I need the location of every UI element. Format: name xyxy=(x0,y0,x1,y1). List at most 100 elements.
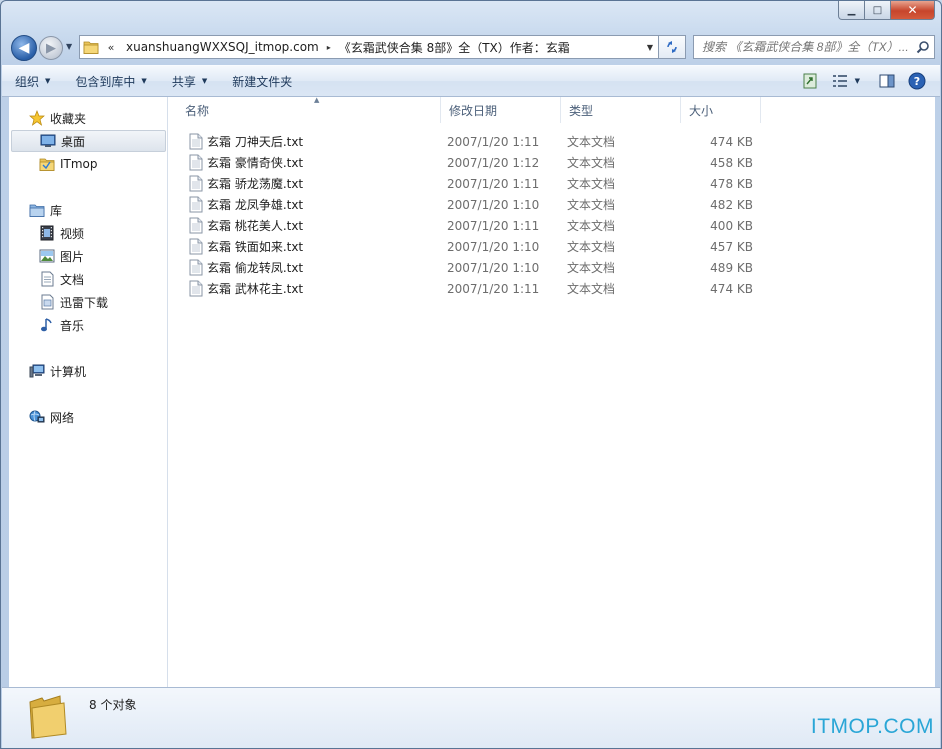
sidebar-item-pictures[interactable]: 图片 xyxy=(38,245,84,267)
address-overflow-button[interactable]: « xyxy=(102,41,120,54)
preview-pane-icon[interactable] xyxy=(876,70,898,92)
file-list-pane: 名称 ▲ 修改日期 类型 大小 玄霜 刀神天后.txt 2007/1/20 1:1… xyxy=(169,96,935,687)
file-row[interactable]: 玄霜 偷龙转凤.txt 2007/1/20 1:10 文本文档 489 KB xyxy=(169,257,769,278)
file-date: 2007/1/20 1:10 xyxy=(447,260,540,275)
file-name: 玄霜 龙凤争雄.txt xyxy=(207,198,304,212)
column-header-name[interactable]: 名称 ▲ xyxy=(177,96,441,123)
share-menu[interactable]: 共享 ▼ xyxy=(159,66,219,96)
organize-label: 组织 xyxy=(15,74,40,89)
recent-pages-dropdown-icon[interactable]: ▼ xyxy=(66,42,72,51)
music-note-icon xyxy=(38,316,56,334)
sidebar-item-music[interactable]: 音乐 xyxy=(38,314,84,336)
file-row[interactable]: 玄霜 武林花主.txt 2007/1/20 1:11 文本文档 474 KB xyxy=(169,278,769,299)
address-dropdown-icon[interactable]: ▼ xyxy=(642,43,658,52)
file-row[interactable]: 玄霜 刀神天后.txt 2007/1/20 1:11 文本文档 474 KB xyxy=(169,131,769,152)
file-row[interactable]: 玄霜 桃花美人.txt 2007/1/20 1:11 文本文档 400 KB xyxy=(169,215,769,236)
share-label: 共享 xyxy=(171,74,196,89)
file-size: 478 KB xyxy=(710,176,753,191)
close-button[interactable]: ✕ xyxy=(891,1,935,20)
include-in-library-menu[interactable]: 包含到库中 ▼ xyxy=(62,66,158,96)
minimize-button[interactable]: ▁ xyxy=(838,1,865,20)
sidebar-item-computer[interactable]: 计算机 xyxy=(28,360,86,382)
file-type: 文本文档 xyxy=(567,135,616,149)
file-date: 2007/1/20 1:10 xyxy=(447,239,540,254)
file-size: 457 KB xyxy=(710,239,753,254)
sidebar-item-documents[interactable]: 文档 xyxy=(38,268,84,290)
file-name: 玄霜 武林花主.txt xyxy=(207,282,304,296)
sidebar-item-label: 库 xyxy=(50,203,63,218)
sidebar-item-favorites[interactable]: 收藏夹 xyxy=(28,107,86,129)
file-row[interactable]: 玄霜 豪情奇侠.txt 2007/1/20 1:12 文本文档 458 KB xyxy=(169,152,769,173)
file-date: 2007/1/20 1:10 xyxy=(447,197,540,212)
download-folder-icon xyxy=(38,293,56,311)
text-file-icon xyxy=(189,154,203,171)
sidebar-item-videos[interactable]: 视频 xyxy=(38,222,84,244)
change-view-icon[interactable] xyxy=(829,70,851,92)
refresh-button[interactable] xyxy=(659,35,686,59)
file-type: 文本文档 xyxy=(567,177,616,191)
breadcrumb-segment-current[interactable]: 《玄霜武侠合集 8部》全（TX）作者：玄霜 xyxy=(333,39,576,56)
back-button[interactable]: ◀ xyxy=(11,35,37,61)
file-row[interactable]: 玄霜 骄龙荡魔.txt 2007/1/20 1:11 文本文档 478 KB xyxy=(169,173,769,194)
search-box[interactable] xyxy=(693,35,935,59)
file-row[interactable]: 玄霜 龙凤争雄.txt 2007/1/20 1:10 文本文档 482 KB xyxy=(169,194,769,215)
explorer-window: ▁ □ ✕ ◀ ▶ ▼ « xuanshuangWXXSQJ_itmop.com… xyxy=(0,0,942,749)
file-type: 文本文档 xyxy=(567,156,616,170)
file-type: 文本文档 xyxy=(567,282,616,296)
svg-text:?: ? xyxy=(914,75,920,88)
file-size: 400 KB xyxy=(710,218,753,233)
sidebar-item-label: 视频 xyxy=(60,226,85,241)
file-name: 玄霜 桃花美人.txt xyxy=(207,219,304,233)
watermark-text: ITMOP.COM xyxy=(810,715,934,738)
column-header-size[interactable]: 大小 xyxy=(681,97,761,123)
sidebar-item-label: ITmop xyxy=(60,157,98,171)
file-type: 文本文档 xyxy=(567,240,616,254)
organize-menu[interactable]: 组织 ▼ xyxy=(2,66,62,96)
search-icon[interactable] xyxy=(912,36,934,58)
breadcrumb-separator-icon[interactable]: ▸ xyxy=(325,43,333,52)
sidebar-item-label: 图片 xyxy=(60,249,85,264)
address-bar[interactable]: « xuanshuangWXXSQJ_itmop.com ▸ 《玄霜武侠合集 8… xyxy=(79,35,659,59)
column-header-type[interactable]: 类型 xyxy=(561,97,681,123)
search-input[interactable] xyxy=(694,40,912,54)
item-count-text: 8 个对象 xyxy=(89,698,137,712)
sidebar-item-label: 音乐 xyxy=(60,318,85,333)
file-size: 474 KB xyxy=(710,134,753,149)
breadcrumb-segment-parent[interactable]: xuanshuangWXXSQJ_itmop.com xyxy=(120,40,325,54)
file-row[interactable]: 玄霜 铁面如来.txt 2007/1/20 1:10 文本文档 457 KB xyxy=(169,236,769,257)
preview-file-icon[interactable] xyxy=(799,70,821,92)
column-header-label: 大小 xyxy=(689,103,714,118)
forward-button[interactable]: ▶ xyxy=(39,36,63,60)
column-header-date[interactable]: 修改日期 xyxy=(441,97,561,123)
file-date: 2007/1/20 1:12 xyxy=(447,155,540,170)
sidebar-item-label: 文档 xyxy=(60,272,85,287)
folder-icon xyxy=(38,155,56,173)
sidebar-item-label: 网络 xyxy=(50,410,75,425)
maximize-button[interactable]: □ xyxy=(865,1,891,20)
sidebar-item-label: 桌面 xyxy=(61,134,86,149)
help-icon[interactable]: ? xyxy=(906,70,928,92)
view-options-chevron-icon[interactable]: ▼ xyxy=(855,77,860,85)
sidebar-item-libraries[interactable]: 库 xyxy=(28,199,62,221)
column-header-label: 名称 xyxy=(185,103,210,118)
sidebar-item-xunlei-download[interactable]: 迅雷下载 xyxy=(38,291,108,313)
details-pane: 8 个对象 ITMOP.COM xyxy=(2,687,940,748)
back-arrow-icon: ◀ xyxy=(18,40,30,56)
sidebar-item-label: 计算机 xyxy=(50,364,87,379)
file-size: 474 KB xyxy=(710,281,753,296)
navigation-row: ◀ ▶ ▼ « xuanshuangWXXSQJ_itmop.com ▸ 《玄霜… xyxy=(1,31,941,63)
sidebar-item-network[interactable]: 网络 xyxy=(28,406,74,428)
new-folder-button[interactable]: 新建文件夹 xyxy=(219,66,304,96)
chevron-down-icon: ▼ xyxy=(141,77,147,85)
file-name: 玄霜 骄龙荡魔.txt xyxy=(207,177,304,191)
file-date: 2007/1/20 1:11 xyxy=(447,176,540,191)
sidebar-item-itmop[interactable]: ITmop xyxy=(38,153,98,175)
network-icon xyxy=(28,408,46,426)
main-content: 收藏夹 桌面 ITmop 库 视频 图片 文档 迅雷下载 音乐 计算机 网络 名… xyxy=(9,96,935,687)
command-bar: 组织 ▼ 包含到库中 ▼ 共享 ▼ 新建文件夹 ▼ ? xyxy=(2,65,940,97)
sidebar-item-desktop[interactable]: 桌面 xyxy=(11,130,166,152)
navigation-pane: 收藏夹 桌面 ITmop 库 视频 图片 文档 迅雷下载 音乐 计算机 网络 xyxy=(9,97,168,687)
sidebar-item-label: 收藏夹 xyxy=(50,111,87,126)
text-file-icon xyxy=(189,259,203,276)
sidebar-item-label: 迅雷下载 xyxy=(60,295,109,310)
